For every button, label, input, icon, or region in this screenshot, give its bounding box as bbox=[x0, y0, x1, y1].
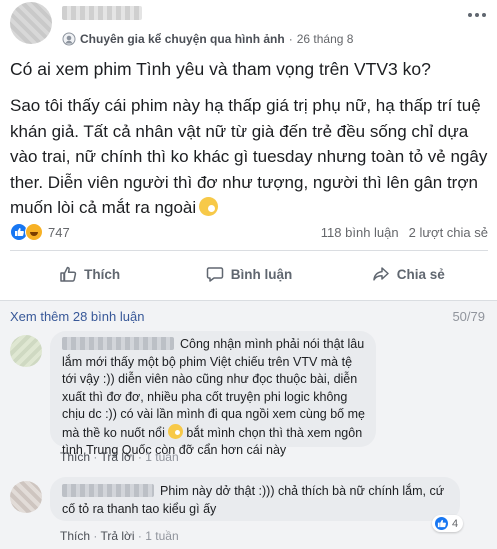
action-separator: · bbox=[93, 450, 98, 464]
share-label: Chia sẻ bbox=[396, 266, 445, 282]
post-meta: Chuyên gia kể chuyện qua hình ảnh · 26 t… bbox=[62, 32, 353, 46]
comment-button[interactable]: Bình luận bbox=[169, 258, 328, 290]
share-arrow-icon bbox=[373, 267, 389, 281]
comment-reaction-count[interactable]: 4 bbox=[432, 515, 464, 532]
reaction-number: 4 bbox=[452, 517, 459, 530]
comment-like-link[interactable]: Thích bbox=[60, 529, 90, 543]
comment-text: Phim này dở thật :))) chả thích bà nữ ch… bbox=[62, 483, 448, 518]
comment-reply-link[interactable]: Trả lời bbox=[100, 529, 134, 543]
post-body: Sao tôi thấy cái phim này hạ thấp giá tr… bbox=[10, 93, 492, 221]
post-card: Chuyên gia kể chuyện qua hình ảnh · 26 t… bbox=[0, 0, 497, 300]
group-badge-label[interactable]: Chuyên gia kể chuyện qua hình ảnh bbox=[80, 32, 285, 46]
like-reaction-icon bbox=[434, 516, 449, 531]
action-separator: · bbox=[137, 450, 142, 464]
divider bbox=[10, 250, 488, 251]
comment-text-part-1: Công nhận mình phải nói thật lâu lắm mới… bbox=[62, 337, 365, 440]
post-question: Có ai xem phim Tình yêu và tham vọng trê… bbox=[10, 59, 431, 79]
action-separator: · bbox=[93, 529, 98, 543]
meta-separator: · bbox=[288, 32, 293, 46]
comment-reply-link[interactable]: Trả lời bbox=[100, 450, 134, 464]
commenter-name-redacted[interactable] bbox=[62, 337, 174, 350]
reactions-row: 747 118 bình luận 2 lượt chia sẻ bbox=[10, 222, 488, 242]
see-more-comments-link[interactable]: Xem thêm 28 bình luận bbox=[10, 309, 144, 324]
grinning-emoji-icon bbox=[167, 423, 183, 439]
comment-time[interactable]: 1 tuần bbox=[145, 529, 178, 543]
like-button[interactable]: Thích bbox=[10, 258, 169, 290]
comment-bubble-icon bbox=[206, 267, 223, 282]
post-body-text: Sao tôi thấy cái phim này hạ thấp giá tr… bbox=[10, 96, 488, 217]
comment-bubble: Phim này dở thật :))) chả thích bà nữ ch… bbox=[50, 477, 460, 521]
post-date[interactable]: 26 tháng 8 bbox=[297, 32, 354, 46]
comment-label: Bình luận bbox=[230, 266, 293, 282]
comment-like-link[interactable]: Thích bbox=[60, 450, 90, 464]
comment-count[interactable]: 118 bình luận bbox=[321, 225, 399, 240]
comment-bubble: Công nhận mình phải nói thật lâu lắm mới… bbox=[50, 331, 376, 457]
author-name-redacted[interactable] bbox=[62, 6, 142, 20]
comment-actions: Thích · Trả lời · 1 tuần bbox=[60, 529, 179, 543]
post-actions: Thích Bình luận Chia sẻ bbox=[10, 258, 488, 290]
thumbs-up-icon bbox=[60, 266, 77, 282]
share-count[interactable]: 2 lượt chia sẻ bbox=[409, 225, 488, 240]
comment-actions: Thích · Trả lời · 1 tuần bbox=[60, 450, 179, 464]
comments-section: Xem thêm 28 bình luận 50/79 Công nhận mì… bbox=[0, 300, 497, 549]
comment-text: Công nhận mình phải nói thật lâu lắm mới… bbox=[62, 336, 366, 460]
share-button[interactable]: Chia sẻ bbox=[329, 258, 488, 290]
haha-reaction-icon bbox=[25, 223, 43, 241]
post-header: Chuyên gia kể chuyện qua hình ảnh · 26 t… bbox=[10, 2, 490, 52]
comments-progress: 50/79 bbox=[452, 309, 485, 324]
action-separator: · bbox=[137, 529, 142, 543]
reaction-count[interactable]: 747 bbox=[48, 225, 70, 240]
reaction-icons[interactable] bbox=[10, 223, 43, 241]
post-stats: 118 bình luận 2 lượt chia sẻ bbox=[321, 225, 488, 240]
more-options-icon[interactable] bbox=[464, 8, 490, 22]
like-label: Thích bbox=[84, 266, 121, 282]
grinning-emoji-icon bbox=[199, 197, 219, 216]
commenter-avatar[interactable] bbox=[10, 335, 42, 367]
comment-time[interactable]: 1 tuần bbox=[145, 450, 178, 464]
commenter-avatar[interactable] bbox=[10, 481, 42, 513]
storyteller-badge-icon bbox=[62, 32, 76, 46]
commenter-name-redacted[interactable] bbox=[62, 484, 154, 497]
author-avatar[interactable] bbox=[10, 2, 52, 44]
